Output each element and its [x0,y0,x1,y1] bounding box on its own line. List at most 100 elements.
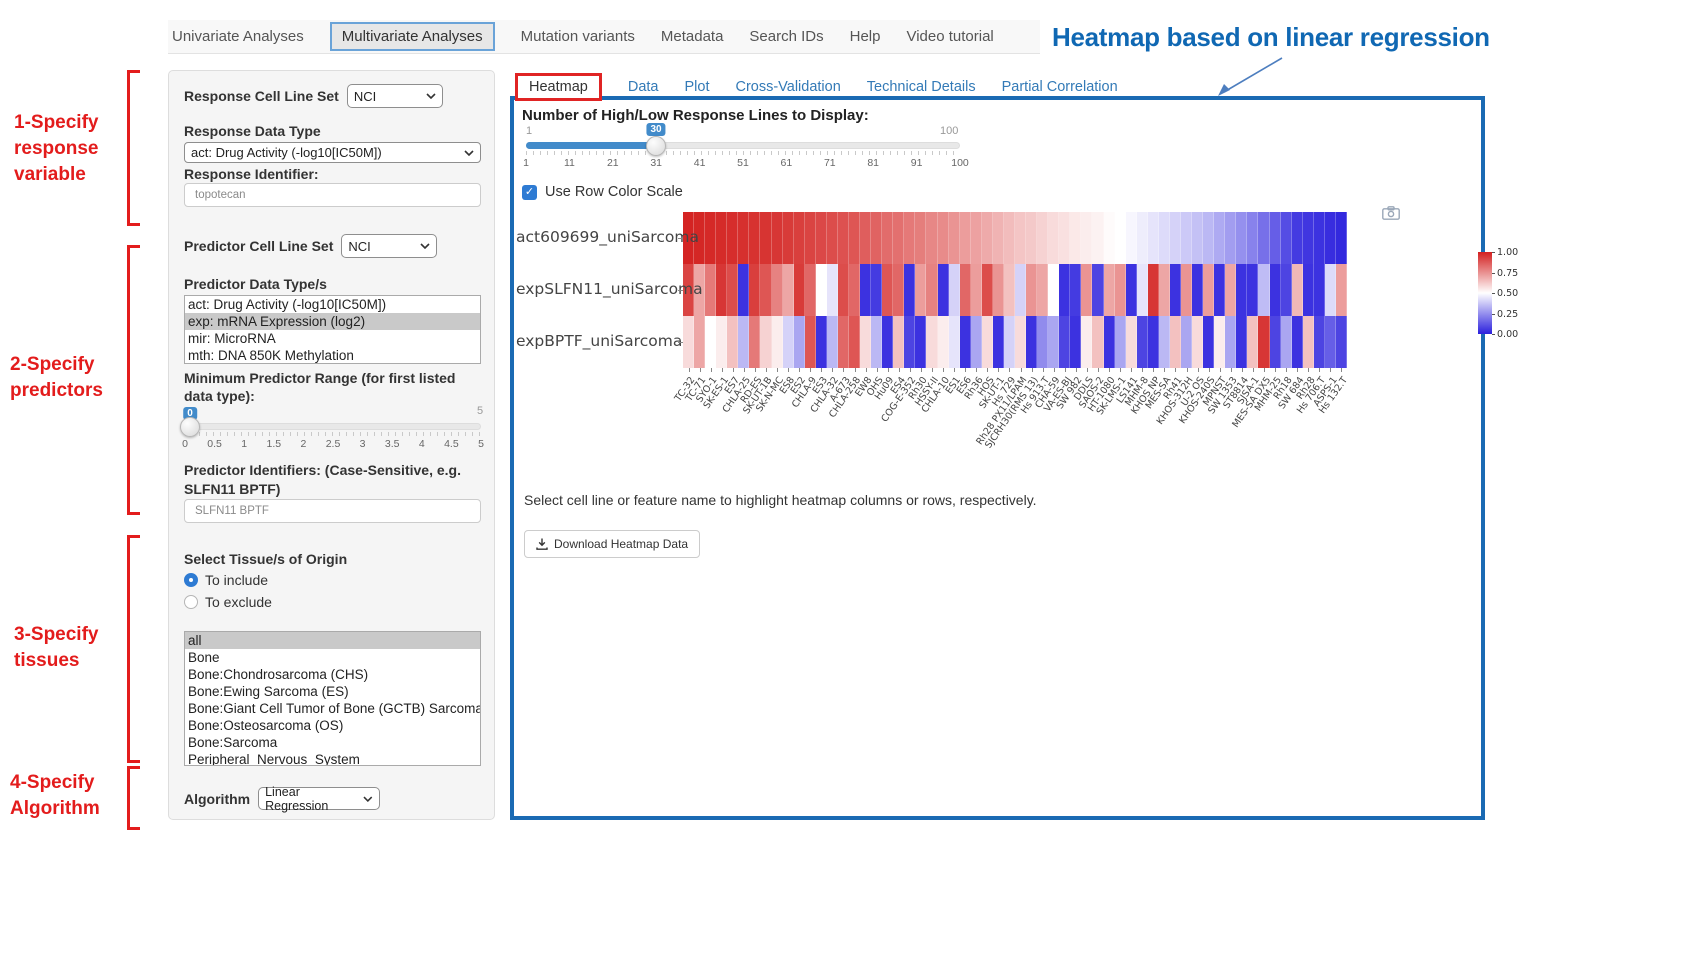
heatmap-cell[interactable] [1104,212,1115,264]
heatmap-cell[interactable] [1115,264,1126,316]
heatmap-cell[interactable] [727,212,738,264]
heatmap-cell[interactable] [1081,264,1092,316]
heatmap-cell[interactable] [794,212,805,264]
heatmap-cell[interactable] [1303,316,1314,368]
heatmap-cell[interactable] [1070,212,1081,264]
heatmap-cell[interactable] [794,316,805,368]
heatmap-cell[interactable] [882,212,893,264]
heatmap-cell[interactable] [749,316,760,368]
nav-item-multivariate-analyses[interactable]: Multivariate Analyses [330,22,495,51]
heatmap-cell[interactable] [1247,316,1258,368]
heatmap-cell[interactable] [1270,264,1281,316]
heatmap-cell[interactable] [915,316,926,368]
heatmap-cell[interactable] [1092,212,1103,264]
heatmap-cell[interactable] [1203,212,1214,264]
heatmap-cell[interactable] [1048,316,1059,368]
heatmap-cell[interactable] [716,264,727,316]
min-range-slider-thumb[interactable] [180,417,200,437]
tissue-option-bone-ewing-sarcoma-es[interactable]: Bone:Ewing Sarcoma (ES) [185,683,480,700]
heatmap-cell[interactable] [971,212,982,264]
heatmap-cell[interactable] [772,316,783,368]
heatmap-cell[interactable] [915,264,926,316]
heatmap-cell[interactable] [716,212,727,264]
heatmap-cell[interactable] [783,212,794,264]
heatmap-cell[interactable] [1159,212,1170,264]
heatmap-cell[interactable] [1258,316,1269,368]
heatmap-cell[interactable] [1081,316,1092,368]
heatmap-cell[interactable] [783,264,794,316]
heatmap-cell[interactable] [805,316,816,368]
heatmap-cell[interactable] [893,212,904,264]
tissue-option-bone-chondrosarcoma-chs[interactable]: Bone:Chondrosarcoma (CHS) [185,666,480,683]
tissue-option-bone-sarcoma[interactable]: Bone:Sarcoma [185,734,480,751]
lines-slider-thumb[interactable] [646,136,666,156]
heatmap-cell[interactable] [1137,264,1148,316]
heatmap-cell[interactable] [1137,316,1148,368]
heatmap-cell[interactable] [960,264,971,316]
heatmap-cell[interactable] [982,264,993,316]
heatmap-cell[interactable] [1203,316,1214,368]
min-range-slider-track[interactable] [185,423,481,430]
heatmap-cell[interactable] [993,316,1004,368]
heatmap-cell[interactable] [860,316,871,368]
heatmap-cell[interactable] [893,264,904,316]
heatmap-cell[interactable] [1048,264,1059,316]
heatmap-cell[interactable] [1148,264,1159,316]
heatmap-cell[interactable] [949,212,960,264]
nav-item-mutation-variants[interactable]: Mutation variants [521,28,635,45]
heatmap-cell[interactable] [783,316,794,368]
heatmap-cell[interactable] [993,264,1004,316]
heatmap-cell[interactable] [1336,212,1347,264]
heatmap-cell[interactable] [1303,212,1314,264]
heatmap-cell[interactable] [1137,212,1148,264]
heatmap-cell[interactable] [1148,212,1159,264]
heatmap-cell[interactable] [871,316,882,368]
heatmap-cell[interactable] [949,264,960,316]
heatmap-cell[interactable] [949,316,960,368]
algorithm-select[interactable]: Linear Regression [258,787,380,810]
heatmap-cell[interactable] [1059,212,1070,264]
heatmap-cell[interactable] [1225,264,1236,316]
heatmap-cell[interactable] [849,316,860,368]
heatmap-cell[interactable] [716,316,727,368]
heatmap-cell[interactable] [772,212,783,264]
predictor-data-type-option-act-drug-activity-log10-ic50m[interactable]: act: Drug Activity (-log10[IC50M]) [185,296,480,313]
heatmap-cell[interactable] [705,316,716,368]
heatmap-cell[interactable] [871,264,882,316]
heatmap-cell[interactable] [882,316,893,368]
heatmap-cell[interactable] [1059,264,1070,316]
heatmap-cell[interactable] [1015,264,1026,316]
tab-partial-correlation[interactable]: Partial Correlation [1002,79,1118,95]
heatmap-cell[interactable] [926,264,937,316]
tissue-option-bone-giant-cell-tumor-of-bone-gctb-sarcoma[interactable]: Bone:Giant Cell Tumor of Bone (GCTB) Sar… [185,700,480,717]
heatmap-cell[interactable] [960,212,971,264]
heatmap-cell[interactable] [738,212,749,264]
predictor-data-type-option-mth-dna-850k-methylation[interactable]: mth: DNA 850K Methylation [185,347,480,364]
heatmap-cell[interactable] [1314,316,1325,368]
heatmap-cell[interactable] [1170,316,1181,368]
heatmap-cell[interactable] [816,212,827,264]
heatmap-cell[interactable] [1159,264,1170,316]
response-identifier-input[interactable]: topotecan [184,183,481,207]
heatmap-cell[interactable] [1292,264,1303,316]
heatmap-cell[interactable] [705,264,716,316]
heatmap-row-label-expslfn11-unisarcoma[interactable]: expSLFN11_uniSarcoma [516,280,676,298]
heatmap-cell[interactable] [960,316,971,368]
heatmap-cell[interactable] [1236,212,1247,264]
heatmap-cell[interactable] [760,264,771,316]
heatmap-cell[interactable] [827,264,838,316]
heatmap-cell[interactable] [1236,316,1247,368]
heatmap-cell[interactable] [1258,264,1269,316]
heatmap-cell[interactable] [1004,264,1015,316]
heatmap-cell[interactable] [1314,264,1325,316]
heatmap-cell[interactable] [1181,316,1192,368]
heatmap-cell[interactable] [1126,316,1137,368]
heatmap-cell[interactable] [1015,316,1026,368]
heatmap-cell[interactable] [1004,212,1015,264]
heatmap-cell[interactable] [926,212,937,264]
heatmap-cell[interactable] [1170,212,1181,264]
predictor-cell-line-set-select[interactable]: NCI [341,234,437,258]
tissue-option-bone-osteosarcoma-os[interactable]: Bone:Osteosarcoma (OS) [185,717,480,734]
heatmap-cell[interactable] [860,264,871,316]
heatmap-cell[interactable] [738,316,749,368]
